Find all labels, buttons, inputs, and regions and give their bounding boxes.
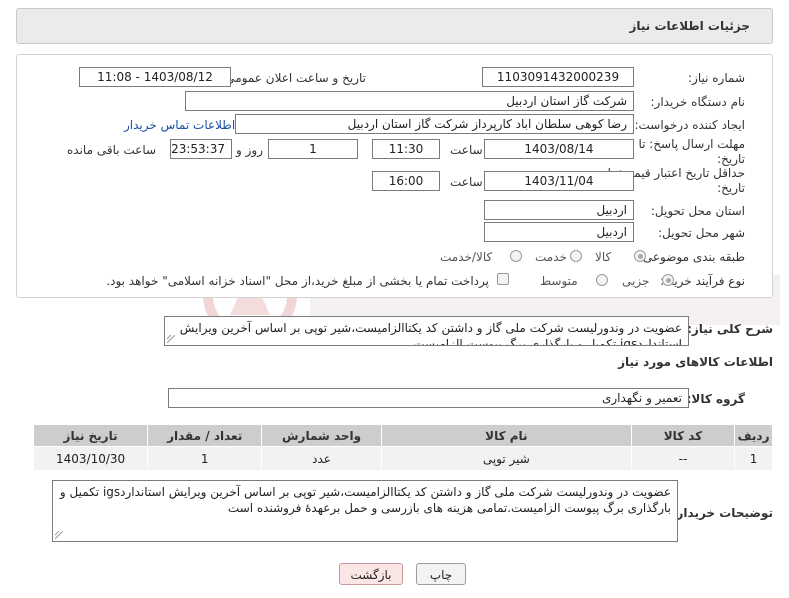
- category-option-goods: کالا: [595, 250, 612, 264]
- price-validity-label-date: تاریخ:: [717, 181, 745, 195]
- category-radio-goods-service[interactable]: [510, 250, 522, 262]
- price-validity-time-label: ساعت: [450, 175, 483, 189]
- summary-textarea: عضویت در وندورلیست شرکت ملی گاز و داشتن …: [164, 316, 689, 346]
- col-need-date: تاریخ نیاز: [32, 424, 149, 447]
- print-button[interactable]: چاپ: [416, 563, 466, 585]
- announce-datetime-label: تاریخ و ساعت اعلان عمومی:: [221, 71, 366, 85]
- category-radio-service[interactable]: [570, 250, 582, 262]
- col-name: نام کالا: [380, 424, 632, 447]
- delivery-province-label: استان محل تحویل:: [650, 204, 745, 218]
- goods-section-title: اطلاعات کالاهای مورد نیاز: [618, 355, 773, 369]
- goods-table-header: ردیف کد کالا نام کالا واحد شمارش تعداد /…: [32, 424, 773, 447]
- buyer-org-label: نام دستگاه خریدار:: [650, 95, 746, 109]
- goods-group-field: تعمیر و نگهداری: [168, 388, 689, 408]
- reply-deadline-remaining-field: 23:53:37: [170, 139, 232, 159]
- buyer-notes-label: توضیحات خریدار:: [671, 506, 773, 520]
- col-unit: واحد شمارش: [261, 424, 382, 447]
- reply-deadline-days-field: 1: [268, 139, 358, 159]
- process-radio-minor[interactable]: [662, 274, 674, 286]
- delivery-city-field: اردبیل: [484, 222, 634, 242]
- table-row: 1 -- شیر توپی عدد 1 1403/10/30: [32, 446, 773, 471]
- buyer-notes-text: عضویت در وندورلیست شرکت ملی گاز و داشتن …: [59, 485, 671, 515]
- category-radio-goods[interactable]: [634, 250, 646, 262]
- col-row: ردیف: [734, 424, 773, 447]
- need-number-label: شماره نیاز:: [688, 71, 745, 85]
- category-label: طبقه بندی موضوعی:: [638, 250, 745, 264]
- resize-grip-icon: [55, 531, 63, 539]
- reply-deadline-time-field: 11:30: [372, 139, 440, 159]
- treasury-payment-note: پرداخت تمام یا بخشی از مبلغ خرید،از محل …: [106, 274, 489, 288]
- resize-grip-icon: [167, 335, 175, 343]
- reply-deadline-time-label: ساعت: [450, 143, 483, 157]
- category-option-goods-service: کالا/خدمت: [440, 250, 493, 264]
- requester-label: ایجاد کننده درخواست:: [634, 118, 745, 132]
- page-header: جزئیات اطلاعات نیاز: [16, 8, 773, 44]
- price-validity-time-field: 16:00: [372, 171, 440, 191]
- page-title: جزئیات اطلاعات نیاز: [629, 19, 750, 33]
- price-validity-date-field: 1403/11/04: [484, 171, 634, 191]
- reply-deadline-label-date: تاریخ:: [717, 152, 745, 166]
- process-radio-medium[interactable]: [596, 274, 608, 286]
- delivery-city-label: شهر محل تحویل:: [658, 226, 745, 240]
- cell-unit: عدد: [261, 446, 382, 471]
- process-option-medium: متوسط: [540, 274, 578, 288]
- cell-row: 1: [734, 446, 773, 471]
- buyer-org-field: شرکت گاز استان اردبیل: [185, 91, 634, 111]
- col-quantity: تعداد / مقدار: [147, 424, 263, 447]
- reply-deadline-date-field: 1403/08/14: [484, 139, 634, 159]
- requester-field: رضا کوهی سلطان اباد کارپرداز شرکت گاز اس…: [235, 114, 634, 134]
- need-number-field: 1103091432000239: [482, 67, 634, 87]
- cell-name: شیر توپی: [380, 446, 632, 471]
- reply-deadline-remaining-label: ساعت باقی مانده: [67, 143, 157, 157]
- delivery-province-field: اردبیل: [484, 200, 634, 220]
- buyer-contact-link[interactable]: اطلاعات تماس خریدار: [124, 118, 235, 132]
- process-option-minor: جزیی: [622, 274, 650, 288]
- cell-need-date: 1403/10/30: [32, 446, 149, 471]
- treasury-payment-checkbox[interactable]: [497, 273, 509, 285]
- col-code: کد کالا: [630, 424, 736, 447]
- goods-table: ردیف کد کالا نام کالا واحد شمارش تعداد /…: [32, 424, 773, 471]
- summary-text: عضویت در وندورلیست شرکت ملی گاز و داشتن …: [179, 321, 682, 346]
- cell-code: --: [630, 446, 736, 471]
- goods-group-label: گروه کالا:: [686, 392, 745, 406]
- reply-deadline-label: مهلت ارسال پاسخ: تا: [638, 137, 745, 151]
- cell-quantity: 1: [147, 446, 263, 471]
- announce-datetime-field: 1403/08/12 - 11:08: [79, 67, 231, 87]
- buyer-notes-textarea: عضویت در وندورلیست شرکت ملی گاز و داشتن …: [52, 480, 678, 542]
- reply-deadline-days-label: روز و: [236, 143, 263, 157]
- category-option-service: خدمت: [535, 250, 567, 264]
- back-button[interactable]: بازگشت: [339, 563, 403, 585]
- summary-label: شرح کلی نیاز:: [687, 322, 773, 336]
